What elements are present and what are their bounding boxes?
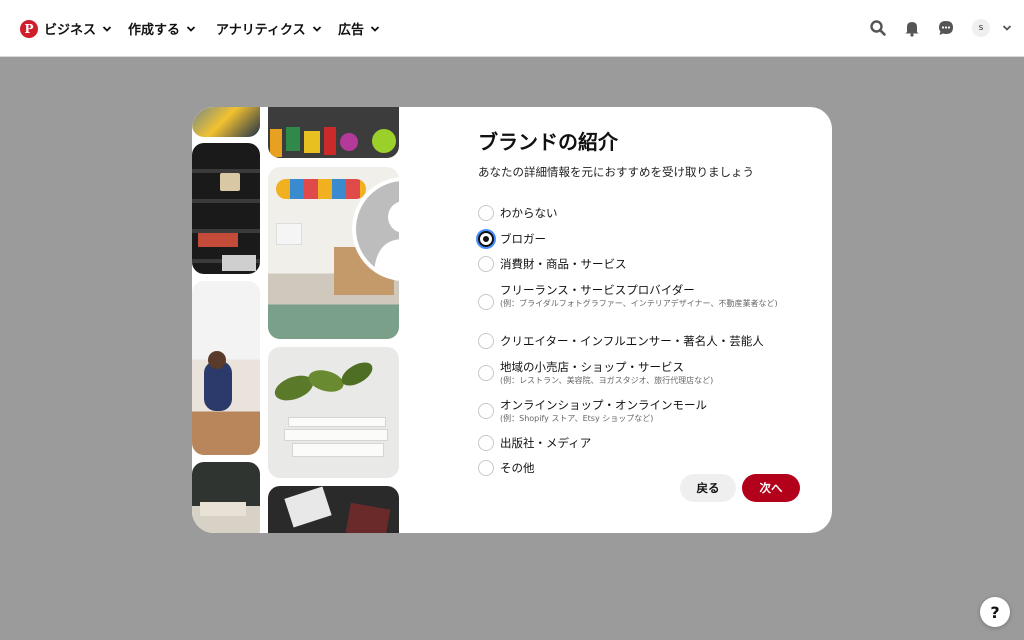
back-button[interactable]: 戻る	[680, 474, 736, 502]
option-label: クリエイター・インフルエンサー・著名人・芸能人	[500, 334, 764, 348]
create-menu-label: 作成する	[128, 23, 181, 38]
option-creator[interactable]: クリエイター・インフルエンサー・著名人・芸能人	[478, 333, 808, 349]
option-hint: (例：ブライダルフォトグラファー、インテリアデザイナー、不動産業者など)	[500, 299, 778, 308]
ads-menu-label: 広告	[338, 23, 365, 38]
image-collage	[192, 107, 399, 533]
option-label: 消費財・商品・サービス	[500, 257, 627, 271]
option-label: フリーランス・サービスプロバイダー	[500, 283, 695, 297]
collage-image	[268, 486, 399, 533]
option-label: わからない	[500, 206, 558, 220]
create-menu[interactable]: 作成する	[128, 0, 196, 57]
avatar[interactable]: s	[972, 19, 990, 37]
option-label: その他	[500, 461, 535, 475]
option-unknown[interactable]: わからない	[478, 205, 808, 221]
option-label: 出版社・メディア	[500, 436, 592, 450]
option-publisher[interactable]: 出版社・メディア	[478, 435, 808, 451]
brand-form: ブランドの紹介 あなたの詳細情報を元におすすめを受け取りましょう	[478, 127, 808, 181]
option-hint: (例：レストラン、美容院、ヨガスタジオ、旅行代理店など)	[500, 376, 714, 385]
radio-button[interactable]	[478, 365, 494, 381]
radio-button[interactable]	[478, 205, 494, 221]
messages-icon[interactable]	[936, 18, 956, 38]
top-nav-bar: P ビジネス 作成する アナリティクス 広告 s	[0, 0, 1024, 57]
radio-button[interactable]	[478, 435, 494, 451]
next-button[interactable]: 次へ	[742, 474, 800, 502]
radio-button-selected[interactable]	[478, 231, 494, 247]
radio-button[interactable]	[478, 460, 494, 476]
chevron-down-icon	[370, 25, 380, 32]
brand-intro-modal: ブランドの紹介 あなたの詳細情報を元におすすめを受け取りましょう わからない ブ…	[192, 107, 832, 533]
radio-button[interactable]	[478, 403, 494, 419]
analytics-menu[interactable]: アナリティクス	[216, 0, 322, 57]
search-icon[interactable]	[868, 18, 888, 38]
chevron-down-icon	[102, 25, 112, 32]
modal-title: ブランドの紹介	[478, 130, 618, 154]
modal-subtitle: あなたの詳細情報を元におすすめを受け取りましょう	[478, 165, 754, 179]
collage-image	[192, 143, 260, 274]
collage-image	[192, 107, 260, 137]
option-freelance[interactable]: フリーランス・サービスプロバイダー (例：ブライダルフォトグラファー、インテリア…	[478, 282, 808, 322]
radio-button[interactable]	[478, 333, 494, 349]
option-local-retail[interactable]: 地域の小売店・ショップ・サービス (例：レストラン、美容院、ヨガスタジオ、旅行代…	[478, 359, 808, 387]
pinterest-logo-icon: P	[20, 19, 38, 38]
option-online-shop[interactable]: オンラインショップ・オンラインモール (例：Shopify ストア、Etsy シ…	[478, 397, 808, 425]
notifications-bell-icon[interactable]	[902, 18, 922, 38]
option-consumer-goods[interactable]: 消費財・商品・サービス	[478, 256, 808, 272]
option-label: 地域の小売店・ショップ・サービス	[500, 360, 684, 374]
help-button[interactable]: ?	[980, 597, 1010, 627]
collage-image	[192, 462, 260, 533]
collage-image	[268, 107, 399, 158]
option-hint: (例：Shopify ストア、Etsy ショップなど)	[500, 414, 654, 423]
account-chevron-down-icon[interactable]	[997, 18, 1017, 38]
business-menu-label: ビジネス	[44, 23, 97, 38]
radio-button[interactable]	[478, 256, 494, 272]
option-label: ブロガー	[500, 232, 546, 246]
collage-image	[268, 347, 399, 478]
option-blogger[interactable]: ブロガー	[478, 231, 808, 247]
business-menu[interactable]: P ビジネス	[20, 0, 112, 57]
ads-menu[interactable]: 広告	[338, 0, 380, 57]
radio-button[interactable]	[478, 294, 494, 310]
option-label: オンラインショップ・オンラインモール	[500, 398, 707, 412]
chevron-down-icon	[186, 25, 196, 32]
analytics-menu-label: アナリティクス	[216, 23, 306, 38]
chevron-down-icon	[312, 25, 321, 32]
collage-image	[192, 281, 260, 455]
